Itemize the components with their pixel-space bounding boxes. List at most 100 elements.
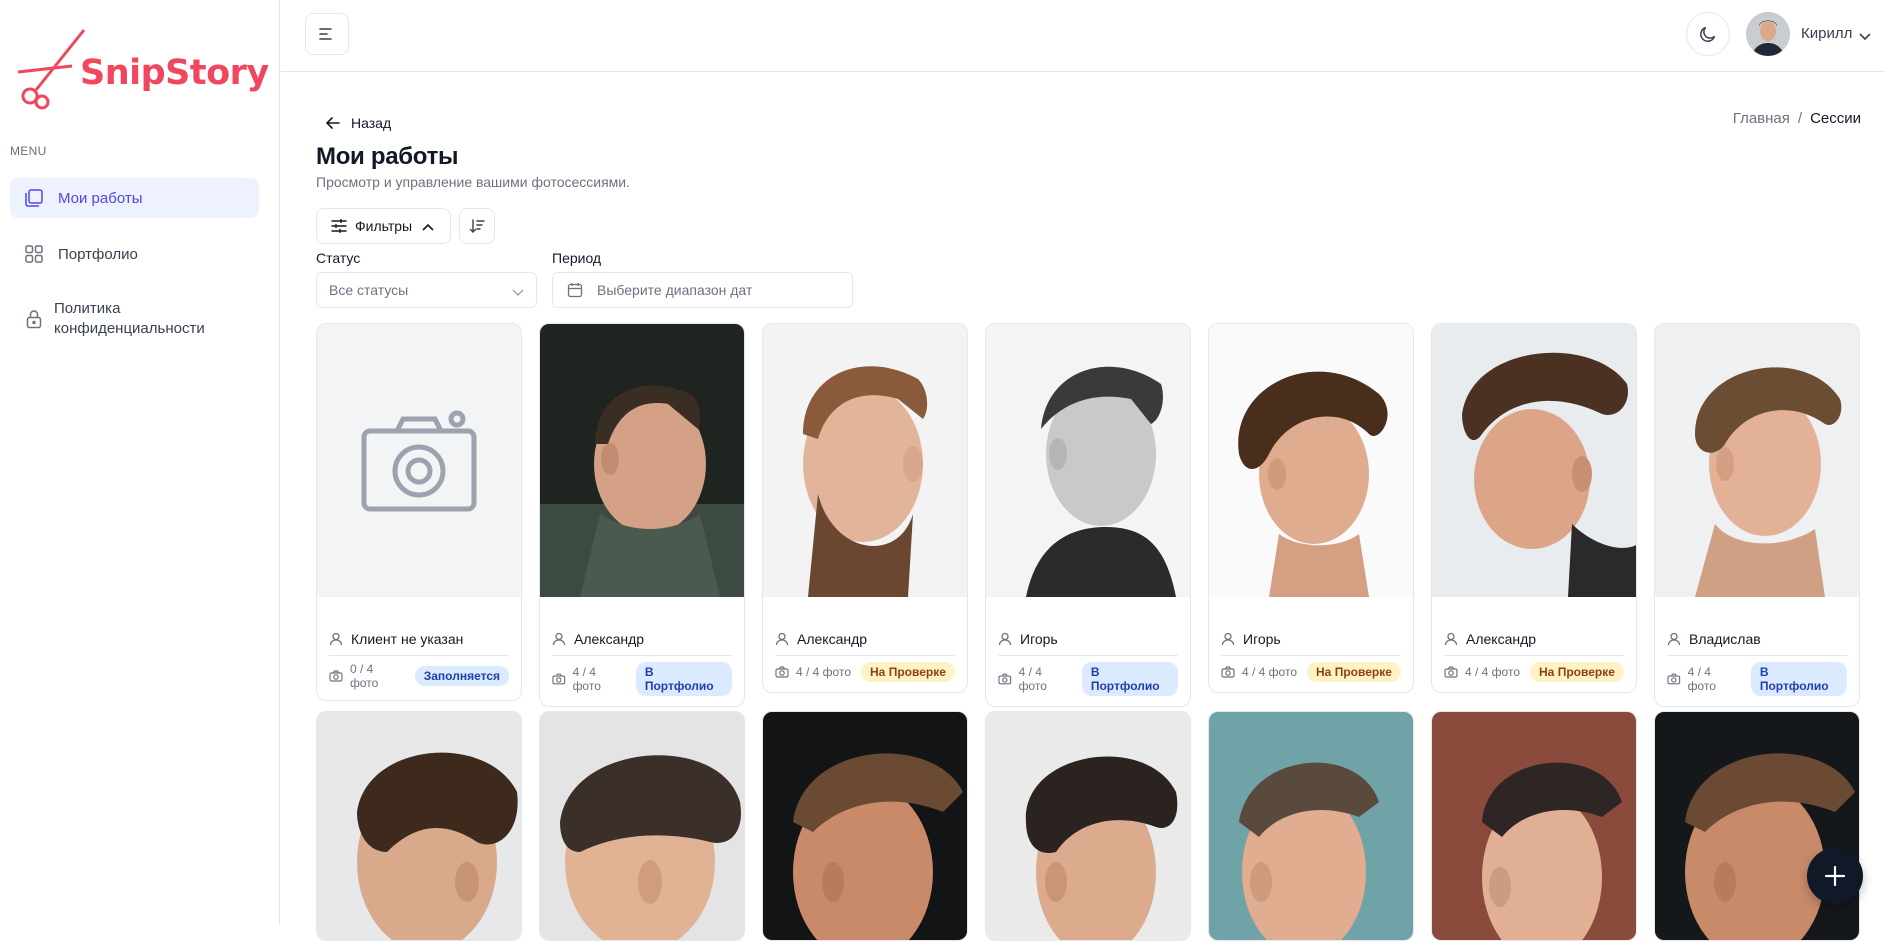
user-icon	[1444, 632, 1458, 646]
man-high-fade-profile-image	[1209, 712, 1413, 940]
client-name: Александр	[797, 631, 868, 647]
sidebar-item-label: Портфолио	[58, 245, 138, 263]
camera-icon	[775, 666, 789, 678]
user-icon	[552, 632, 566, 646]
photo-count: 4 / 4 фото	[1242, 665, 1298, 679]
user-name[interactable]: Кирилл	[1801, 25, 1852, 42]
session-card[interactable]	[316, 711, 522, 941]
man-wavy-hair-side-profile-image	[1209, 324, 1413, 597]
camera-icon	[1444, 666, 1458, 678]
camera-placeholder-image	[317, 324, 521, 597]
camera-icon	[329, 670, 343, 682]
status-badge: В Портфолио	[1750, 662, 1848, 696]
session-card[interactable]	[1431, 711, 1637, 941]
client-name: Александр	[574, 631, 645, 647]
page-subtitle: Просмотр и управление вашими фотосессиям…	[316, 174, 631, 190]
gallery-icon	[24, 188, 44, 208]
man-back-taper-fade-image	[540, 712, 744, 940]
user-icon	[1667, 632, 1681, 646]
main-content: Назад Главная / Сессии Мои работы Просмотр…	[281, 73, 1885, 941]
arrow-left-icon	[325, 117, 340, 129]
chevron-up-icon	[422, 218, 434, 234]
status-badge: На Проверке	[861, 662, 955, 682]
man-skin-fade-profile-image	[763, 712, 967, 940]
client-name: Александр	[1466, 631, 1537, 647]
user-icon	[329, 632, 343, 646]
period-filter-label: Период	[552, 250, 602, 266]
client-name: Игорь	[1020, 631, 1058, 647]
photo-count: 4 / 4 фото	[572, 665, 601, 693]
moon-icon	[1700, 26, 1716, 42]
session-card[interactable]	[539, 711, 745, 941]
photo-count: 4 / 4 фото	[796, 665, 852, 679]
session-card[interactable]	[762, 711, 968, 941]
lock-icon	[24, 309, 44, 329]
status-badge: Заполняется	[414, 666, 509, 686]
session-card[interactable]: Александр 4 / 4 фото В Портфолио	[539, 323, 745, 707]
session-card[interactable]	[985, 711, 1191, 941]
menu-toggle-button[interactable]	[305, 13, 349, 55]
plus-icon	[1824, 865, 1846, 887]
man-side-profile-short-fade-image	[540, 324, 744, 597]
chevron-down-icon	[512, 284, 524, 300]
camera-icon	[1221, 666, 1235, 678]
man-beard-side-profile-image	[763, 324, 967, 597]
man-back-swept-hair-image	[317, 712, 521, 940]
filters-toggle-button[interactable]: Фильтры	[316, 208, 451, 244]
sidebar-item-label: Политика конфиденциальности	[54, 300, 205, 337]
breadcrumb-home[interactable]: Главная	[1733, 110, 1790, 127]
sidebar-item-portfolio[interactable]: Портфолио	[10, 234, 259, 274]
page-title: Мои работы	[316, 143, 459, 170]
man-grayscale-side-profile-image	[986, 324, 1190, 597]
brand-logo[interactable]: SnipStory	[16, 28, 269, 110]
session-card[interactable]: Игорь 4 / 4 фото В Портфолио	[985, 323, 1191, 707]
sidebar-item-my-works[interactable]: Мои работы	[10, 178, 259, 218]
client-name: Клиент не указан	[351, 631, 464, 647]
session-card[interactable]: Александр 4 / 4 фото На Проверке	[762, 323, 968, 693]
topbar: Кирилл	[281, 0, 1885, 72]
calendar-icon	[567, 283, 583, 298]
status-badge: На Проверке	[1307, 662, 1401, 682]
back-label: Назад	[351, 115, 392, 131]
date-range-input[interactable]: Выберите диапазон дат	[552, 272, 853, 308]
camera-icon	[361, 410, 477, 511]
session-card[interactable]: Владислав 4 / 4 фото В Портфолио	[1654, 323, 1860, 707]
status-badge: В Портфолио	[635, 662, 733, 696]
session-card[interactable]: Игорь 4 / 4 фото На Проверке	[1208, 323, 1414, 693]
back-button[interactable]: Назад	[325, 115, 391, 131]
breadcrumb-separator: /	[1797, 110, 1803, 127]
man-skin-fade-profile-2-image	[1655, 712, 1859, 940]
filters-label: Фильтры	[355, 218, 413, 234]
session-card[interactable]: Александр 4 / 4 фото На Проверке	[1431, 323, 1637, 693]
photo-count: 0 / 4 фото	[349, 662, 379, 690]
sliders-icon	[331, 219, 347, 233]
status-filter-label: Статус	[316, 250, 361, 266]
user-icon	[775, 632, 789, 646]
camera-icon	[552, 673, 566, 685]
client-name: Игорь	[1243, 631, 1281, 647]
brand-name: SnipStory	[80, 53, 269, 93]
date-range-placeholder: Выберите диапазон дат	[597, 282, 753, 298]
man-crop-fade-brick-wall-image	[1432, 712, 1636, 940]
camera-icon	[998, 673, 1012, 685]
sidebar-item-label: Мои работы	[58, 189, 143, 207]
sort-button[interactable]	[459, 208, 495, 244]
menu-label: MENU	[10, 144, 47, 158]
breadcrumb-current: Сессии	[1810, 110, 1861, 127]
add-session-button[interactable]	[1807, 848, 1863, 904]
session-card[interactable]: Клиент не указан 0 / 4 фото Заполняется	[316, 323, 522, 701]
menu-icon	[319, 28, 332, 40]
session-card[interactable]	[1654, 711, 1860, 941]
sidebar: SnipStory MENU Мои работы Портфолио Поли…	[0, 0, 280, 925]
sidebar-item-privacy[interactable]: Политика конфиденциальности	[10, 296, 259, 342]
photo-count: 4 / 4 фото	[1018, 665, 1047, 693]
session-card[interactable]	[1208, 711, 1414, 941]
status-badge: В Портфолио	[1081, 662, 1179, 696]
sort-descending-icon	[469, 219, 485, 233]
grid-icon	[24, 244, 44, 264]
photo-count: 4 / 4 фото	[1687, 665, 1716, 693]
chevron-down-icon[interactable]	[1859, 28, 1871, 46]
status-select[interactable]: Все статусы	[316, 272, 537, 308]
theme-toggle-button[interactable]	[1686, 12, 1730, 56]
avatar[interactable]	[1746, 12, 1790, 56]
